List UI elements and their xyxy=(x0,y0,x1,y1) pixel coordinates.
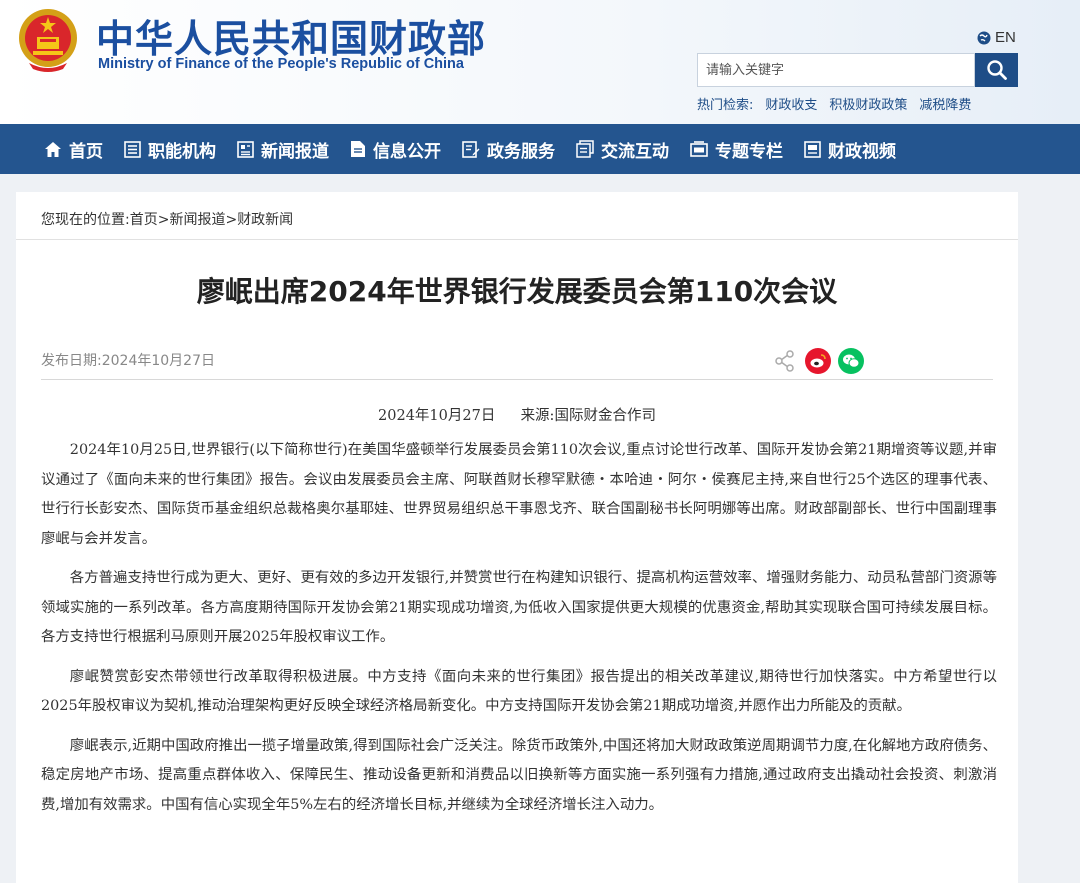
publish-date: 发布日期:2024年10月27日 xyxy=(41,353,215,369)
nav-item-info-disclosure[interactable]: 信息公开 xyxy=(350,137,441,162)
main-nav: 首页 职能机构 新闻报道 信息公开 政务服务 交流互动 专题专栏 财政视频 xyxy=(0,124,1080,174)
nav-label: 政务服务 xyxy=(487,141,555,162)
hot-search-label: 热门检索: xyxy=(697,98,754,113)
article-card: 您现在的位置:首页>新闻报道>财政新闻 廖岷出席2024年世界银行发展委员会第1… xyxy=(16,192,1018,883)
home-icon xyxy=(45,141,61,157)
hot-link-tax-cut[interactable]: 减税降费 xyxy=(919,94,971,113)
language-switch[interactable]: EN xyxy=(977,29,1016,46)
nav-item-special-topics[interactable]: 专题专栏 xyxy=(690,137,783,162)
wechat-icon xyxy=(843,354,860,368)
share-weibo-button[interactable] xyxy=(805,348,831,374)
globe-icon xyxy=(977,31,991,44)
nav-item-gov-services[interactable]: 政务服务 xyxy=(462,137,555,162)
breadcrumb: 您现在的位置:首页>新闻报道>财政新闻 xyxy=(41,209,293,229)
nav-label: 职能机构 xyxy=(148,141,216,162)
share-button[interactable] xyxy=(772,348,798,374)
article-title: 廖岷出席2024年世界银行发展委员会第110次会议 xyxy=(196,275,838,308)
national-emblem-icon xyxy=(19,9,77,72)
divider xyxy=(16,239,1018,240)
meta-source: 来源:国际财金合作司 xyxy=(520,408,656,424)
newspaper-icon xyxy=(237,140,254,158)
site-title-en: Ministry of Finance of the People's Repu… xyxy=(98,56,464,72)
folder-icon xyxy=(690,141,708,157)
nav-label: 新闻报道 xyxy=(261,141,329,162)
divider xyxy=(41,379,993,380)
breadcrumb-separator: > xyxy=(225,212,238,228)
chat-icon xyxy=(576,140,594,158)
article-paragraph: 廖岷表示,近期中国政府推出一揽子增量政策,得到国际社会广泛关注。除货币政策外,中… xyxy=(41,737,997,813)
article-paragraph: 2024年10月25日,世界银行(以下简称世行)在美国华盛顿举行发展委员会第11… xyxy=(41,442,997,547)
nav-label: 交流互动 xyxy=(601,141,669,162)
nav-item-interaction[interactable]: 交流互动 xyxy=(576,137,669,162)
breadcrumb-separator: > xyxy=(157,212,170,228)
search-button[interactable] xyxy=(975,53,1018,87)
video-icon xyxy=(804,140,821,158)
article-paragraph: 各方普遍支持世行成为更大、更好、更有效的多边开发银行,并赞赏世行在构建知识银行、… xyxy=(41,570,997,645)
nav-label: 专题专栏 xyxy=(715,141,783,162)
nav-item-home[interactable]: 首页 xyxy=(44,137,103,162)
article-body: 2024年10月25日,世界银行(以下简称世行)在美国华盛顿举行发展委员会第11… xyxy=(41,436,997,830)
nav-label: 财政视频 xyxy=(828,141,896,162)
article-paragraph: 廖岷赞赏彭安杰带领世行改革取得积极进展。中方支持《面向未来的世行集团》报告提出的… xyxy=(41,668,997,715)
share-bar xyxy=(772,348,864,374)
search-bar xyxy=(697,53,1018,87)
nav-item-news[interactable]: 新闻报道 xyxy=(237,137,329,162)
nav-item-departments[interactable]: 职能机构 xyxy=(124,137,216,162)
site-header: 中华人民共和国财政部 Ministry of Finance of the Pe… xyxy=(0,0,1080,124)
site-title-cn: 中华人民共和国财政部 xyxy=(96,17,487,61)
hot-link-fiscal-revenue[interactable]: 财政收支 xyxy=(765,94,817,113)
search-icon xyxy=(986,60,1007,80)
language-label: EN xyxy=(995,29,1016,46)
hot-link-fiscal-policy[interactable]: 积极财政政策 xyxy=(829,94,907,113)
list-icon xyxy=(124,140,141,158)
hot-search: 热门检索: 财政收支 积极财政政策 减税降费 xyxy=(697,94,971,113)
edit-icon xyxy=(462,141,480,158)
nav-label: 首页 xyxy=(69,141,103,162)
nav-item-videos[interactable]: 财政视频 xyxy=(804,137,896,162)
share-wechat-button[interactable] xyxy=(838,348,864,374)
search-input[interactable] xyxy=(697,53,975,87)
article-meta: 2024年10月27日 来源:国际财金合作司 xyxy=(16,404,1018,425)
weibo-icon xyxy=(810,354,826,368)
breadcrumb-prefix: 您现在的位置: xyxy=(41,212,130,228)
meta-date: 2024年10月27日 xyxy=(378,408,496,424)
breadcrumb-link-news[interactable]: 新闻报道 xyxy=(169,212,225,228)
share-icon xyxy=(775,350,794,372)
breadcrumb-link-finance-news[interactable]: 财政新闻 xyxy=(237,212,293,228)
nav-label: 信息公开 xyxy=(373,141,441,162)
breadcrumb-link-home[interactable]: 首页 xyxy=(130,212,158,228)
document-icon xyxy=(351,141,365,157)
